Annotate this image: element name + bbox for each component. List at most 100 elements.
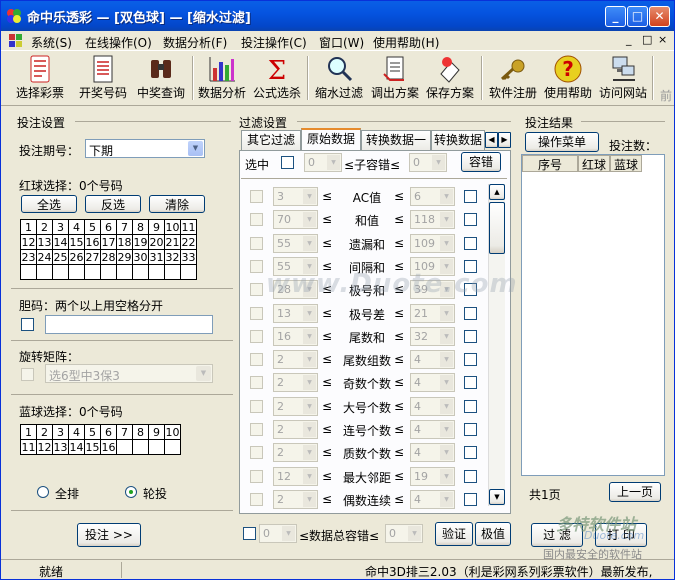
number-cell[interactable]: 14 bbox=[52, 234, 69, 250]
number-cell[interactable]: 18 bbox=[116, 234, 133, 250]
verify-button[interactable]: 验证 bbox=[435, 522, 473, 546]
filter-max-select[interactable]: 4 ▼ bbox=[410, 489, 455, 509]
number-cell[interactable]: 2 bbox=[36, 424, 53, 440]
number-cell[interactable]: 11 bbox=[20, 439, 37, 455]
number-cell[interactable]: 6 bbox=[100, 219, 117, 235]
filter-row-checkbox[interactable] bbox=[250, 329, 263, 343]
close-button[interactable]: ✕ bbox=[649, 6, 670, 27]
filter-min-select[interactable]: 2 ▼ bbox=[273, 420, 318, 439]
filter-row-tolerance-checkbox[interactable] bbox=[464, 376, 477, 390]
filter-max-select[interactable]: 4 ▼ bbox=[410, 443, 455, 463]
matrix-checkbox[interactable] bbox=[21, 368, 34, 381]
filter-row-checkbox[interactable] bbox=[250, 236, 263, 250]
filter-row-checkbox[interactable] bbox=[250, 190, 263, 203]
number-cell[interactable]: 25 bbox=[52, 249, 69, 265]
filter-row-checkbox[interactable] bbox=[250, 283, 263, 297]
filter-row-tolerance-checkbox[interactable] bbox=[464, 353, 477, 367]
filter-row-checkbox[interactable] bbox=[250, 446, 263, 460]
filter-max-select[interactable]: 4 ▼ bbox=[410, 420, 455, 439]
chevron-down-icon[interactable]: ▼ bbox=[303, 398, 316, 414]
filter-min-select[interactable]: 2 ▼ bbox=[273, 373, 318, 393]
filter-row-checkbox[interactable] bbox=[250, 399, 263, 413]
number-cell[interactable]: 1 bbox=[20, 219, 37, 235]
filter-max-select[interactable]: 19 ▼ bbox=[410, 466, 455, 486]
chevron-down-icon[interactable]: ▼ bbox=[303, 305, 316, 321]
number-cell[interactable]: 3 bbox=[52, 424, 69, 440]
toolbar-register[interactable]: 软件注册 bbox=[486, 53, 540, 105]
number-cell[interactable]: 14 bbox=[68, 439, 85, 455]
number-cell[interactable]: 16 bbox=[100, 439, 117, 455]
toolbar-shrink-filter[interactable]: 缩水过滤 bbox=[312, 53, 366, 105]
scroll-thumb[interactable] bbox=[489, 202, 505, 254]
period-select[interactable]: 下期 ▼ bbox=[85, 139, 205, 158]
filter-row-tolerance-checkbox[interactable] bbox=[464, 423, 477, 436]
number-cell[interactable]: 5 bbox=[84, 424, 101, 440]
chevron-down-icon[interactable]: ▼ bbox=[440, 189, 453, 204]
column-header-index[interactable]: 序号 bbox=[522, 155, 578, 172]
filter-row-checkbox[interactable] bbox=[250, 353, 263, 367]
filter-min-select[interactable]: 3 ▼ bbox=[273, 187, 318, 206]
tab-raw-data[interactable]: 原始数据 bbox=[301, 128, 361, 150]
filter-scrollbar[interactable]: ▲ ▼ bbox=[488, 184, 505, 506]
filter-max-select[interactable]: 32 ▼ bbox=[410, 326, 455, 346]
number-cell[interactable]: 10 bbox=[164, 424, 181, 440]
chevron-down-icon[interactable]: ▼ bbox=[440, 468, 453, 484]
number-cell[interactable]: 21 bbox=[164, 234, 181, 250]
chevron-down-icon[interactable]: ▼ bbox=[408, 526, 421, 541]
chevron-down-icon[interactable]: ▼ bbox=[282, 526, 295, 541]
operate-menu-button[interactable]: 操作菜单 bbox=[525, 132, 599, 152]
toolbar-data-analysis[interactable]: 数据分析 bbox=[196, 53, 248, 105]
matrix-select[interactable]: 选6型中3保3 ▼ bbox=[45, 364, 213, 383]
number-cell[interactable]: 29 bbox=[116, 249, 133, 265]
mdi-minimize-button[interactable]: _ bbox=[626, 33, 632, 46]
number-cell[interactable]: 1 bbox=[20, 424, 37, 440]
select-all-button[interactable]: 全选 bbox=[21, 195, 77, 213]
filter-max-select[interactable]: 4 ▼ bbox=[410, 350, 455, 370]
tab-other-filter[interactable]: 其它过滤 bbox=[241, 130, 301, 150]
number-cell[interactable]: 27 bbox=[84, 249, 101, 265]
chevron-down-icon[interactable]: ▼ bbox=[188, 141, 203, 156]
chevron-down-icon[interactable]: ▼ bbox=[303, 375, 316, 391]
filter-max-select[interactable]: 6 ▼ bbox=[410, 187, 455, 206]
chevron-down-icon[interactable]: ▼ bbox=[440, 398, 453, 414]
filter-row-checkbox[interactable] bbox=[250, 259, 263, 273]
number-cell[interactable]: 28 bbox=[100, 249, 117, 265]
full-permutation-radio[interactable] bbox=[37, 486, 49, 498]
menu-system[interactable]: 系统(S) bbox=[31, 34, 72, 51]
toolbar-save-scheme[interactable]: 保存方案 bbox=[423, 53, 477, 105]
filter-row-tolerance-checkbox[interactable] bbox=[464, 190, 477, 203]
number-cell[interactable]: 32 bbox=[164, 249, 181, 265]
banker-checkbox[interactable] bbox=[21, 318, 34, 331]
chevron-down-icon[interactable]: ▼ bbox=[327, 155, 340, 170]
number-cell[interactable]: 3 bbox=[52, 219, 69, 235]
filter-row-tolerance-checkbox[interactable] bbox=[464, 399, 477, 413]
chevron-down-icon[interactable]: ▼ bbox=[303, 189, 316, 204]
mdi-restore-button[interactable]: □ bbox=[642, 33, 652, 46]
filter-row-tolerance-checkbox[interactable] bbox=[464, 446, 477, 460]
banker-input[interactable] bbox=[45, 315, 213, 334]
sub-tolerance-min[interactable]: 0 ▼ bbox=[304, 153, 342, 172]
number-cell[interactable]: 8 bbox=[132, 219, 149, 235]
column-header-red[interactable]: 红球 bbox=[578, 155, 610, 172]
number-cell[interactable]: 12 bbox=[20, 234, 37, 250]
chevron-down-icon[interactable]: ▼ bbox=[303, 422, 316, 437]
filter-row-checkbox[interactable] bbox=[250, 469, 263, 483]
number-cell[interactable]: 22 bbox=[180, 234, 197, 250]
chevron-down-icon[interactable]: ▼ bbox=[440, 375, 453, 391]
number-cell[interactable]: 23 bbox=[20, 249, 37, 265]
filter-min-select[interactable]: 16 ▼ bbox=[273, 326, 318, 346]
mdi-close-button[interactable]: × bbox=[658, 33, 667, 46]
tab-scroll-right-icon[interactable]: ▶ bbox=[498, 132, 511, 148]
chevron-down-icon[interactable]: ▼ bbox=[303, 235, 316, 251]
chevron-down-icon[interactable]: ▼ bbox=[303, 468, 316, 484]
filter-min-select[interactable]: 2 ▼ bbox=[273, 350, 318, 370]
chevron-down-icon[interactable]: ▼ bbox=[303, 328, 316, 344]
number-cell[interactable]: 16 bbox=[84, 234, 101, 250]
total-tolerance-min[interactable]: 0 ▼ bbox=[259, 524, 297, 543]
chevron-down-icon[interactable]: ▼ bbox=[440, 491, 453, 507]
menu-analysis[interactable]: 数据分析(F) bbox=[163, 34, 227, 51]
number-cell[interactable]: 24 bbox=[36, 249, 53, 265]
toolbar-select-lottery[interactable]: 选择彩票 bbox=[11, 53, 69, 105]
extreme-value-button[interactable]: 极值 bbox=[475, 522, 511, 546]
chevron-down-icon[interactable]: ▼ bbox=[303, 445, 316, 461]
